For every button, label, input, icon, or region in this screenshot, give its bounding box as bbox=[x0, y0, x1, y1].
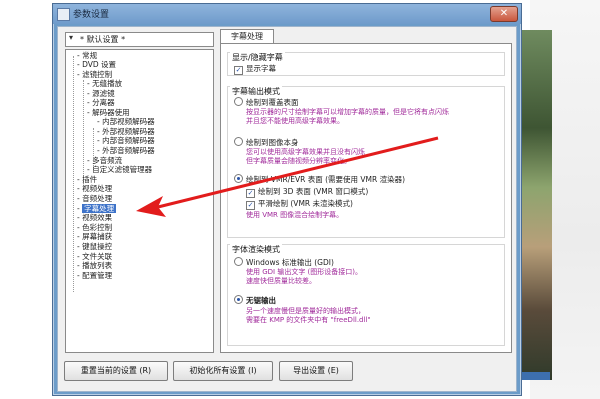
screenshot: 参数设置 ✕ ▾ * 默认设置 * - 常规 - DVD 设置 - 滤镜控制 -… bbox=[0, 0, 600, 399]
annotation-arrow bbox=[136, 136, 439, 217]
annotation-arrow-shaft bbox=[157, 136, 439, 209]
